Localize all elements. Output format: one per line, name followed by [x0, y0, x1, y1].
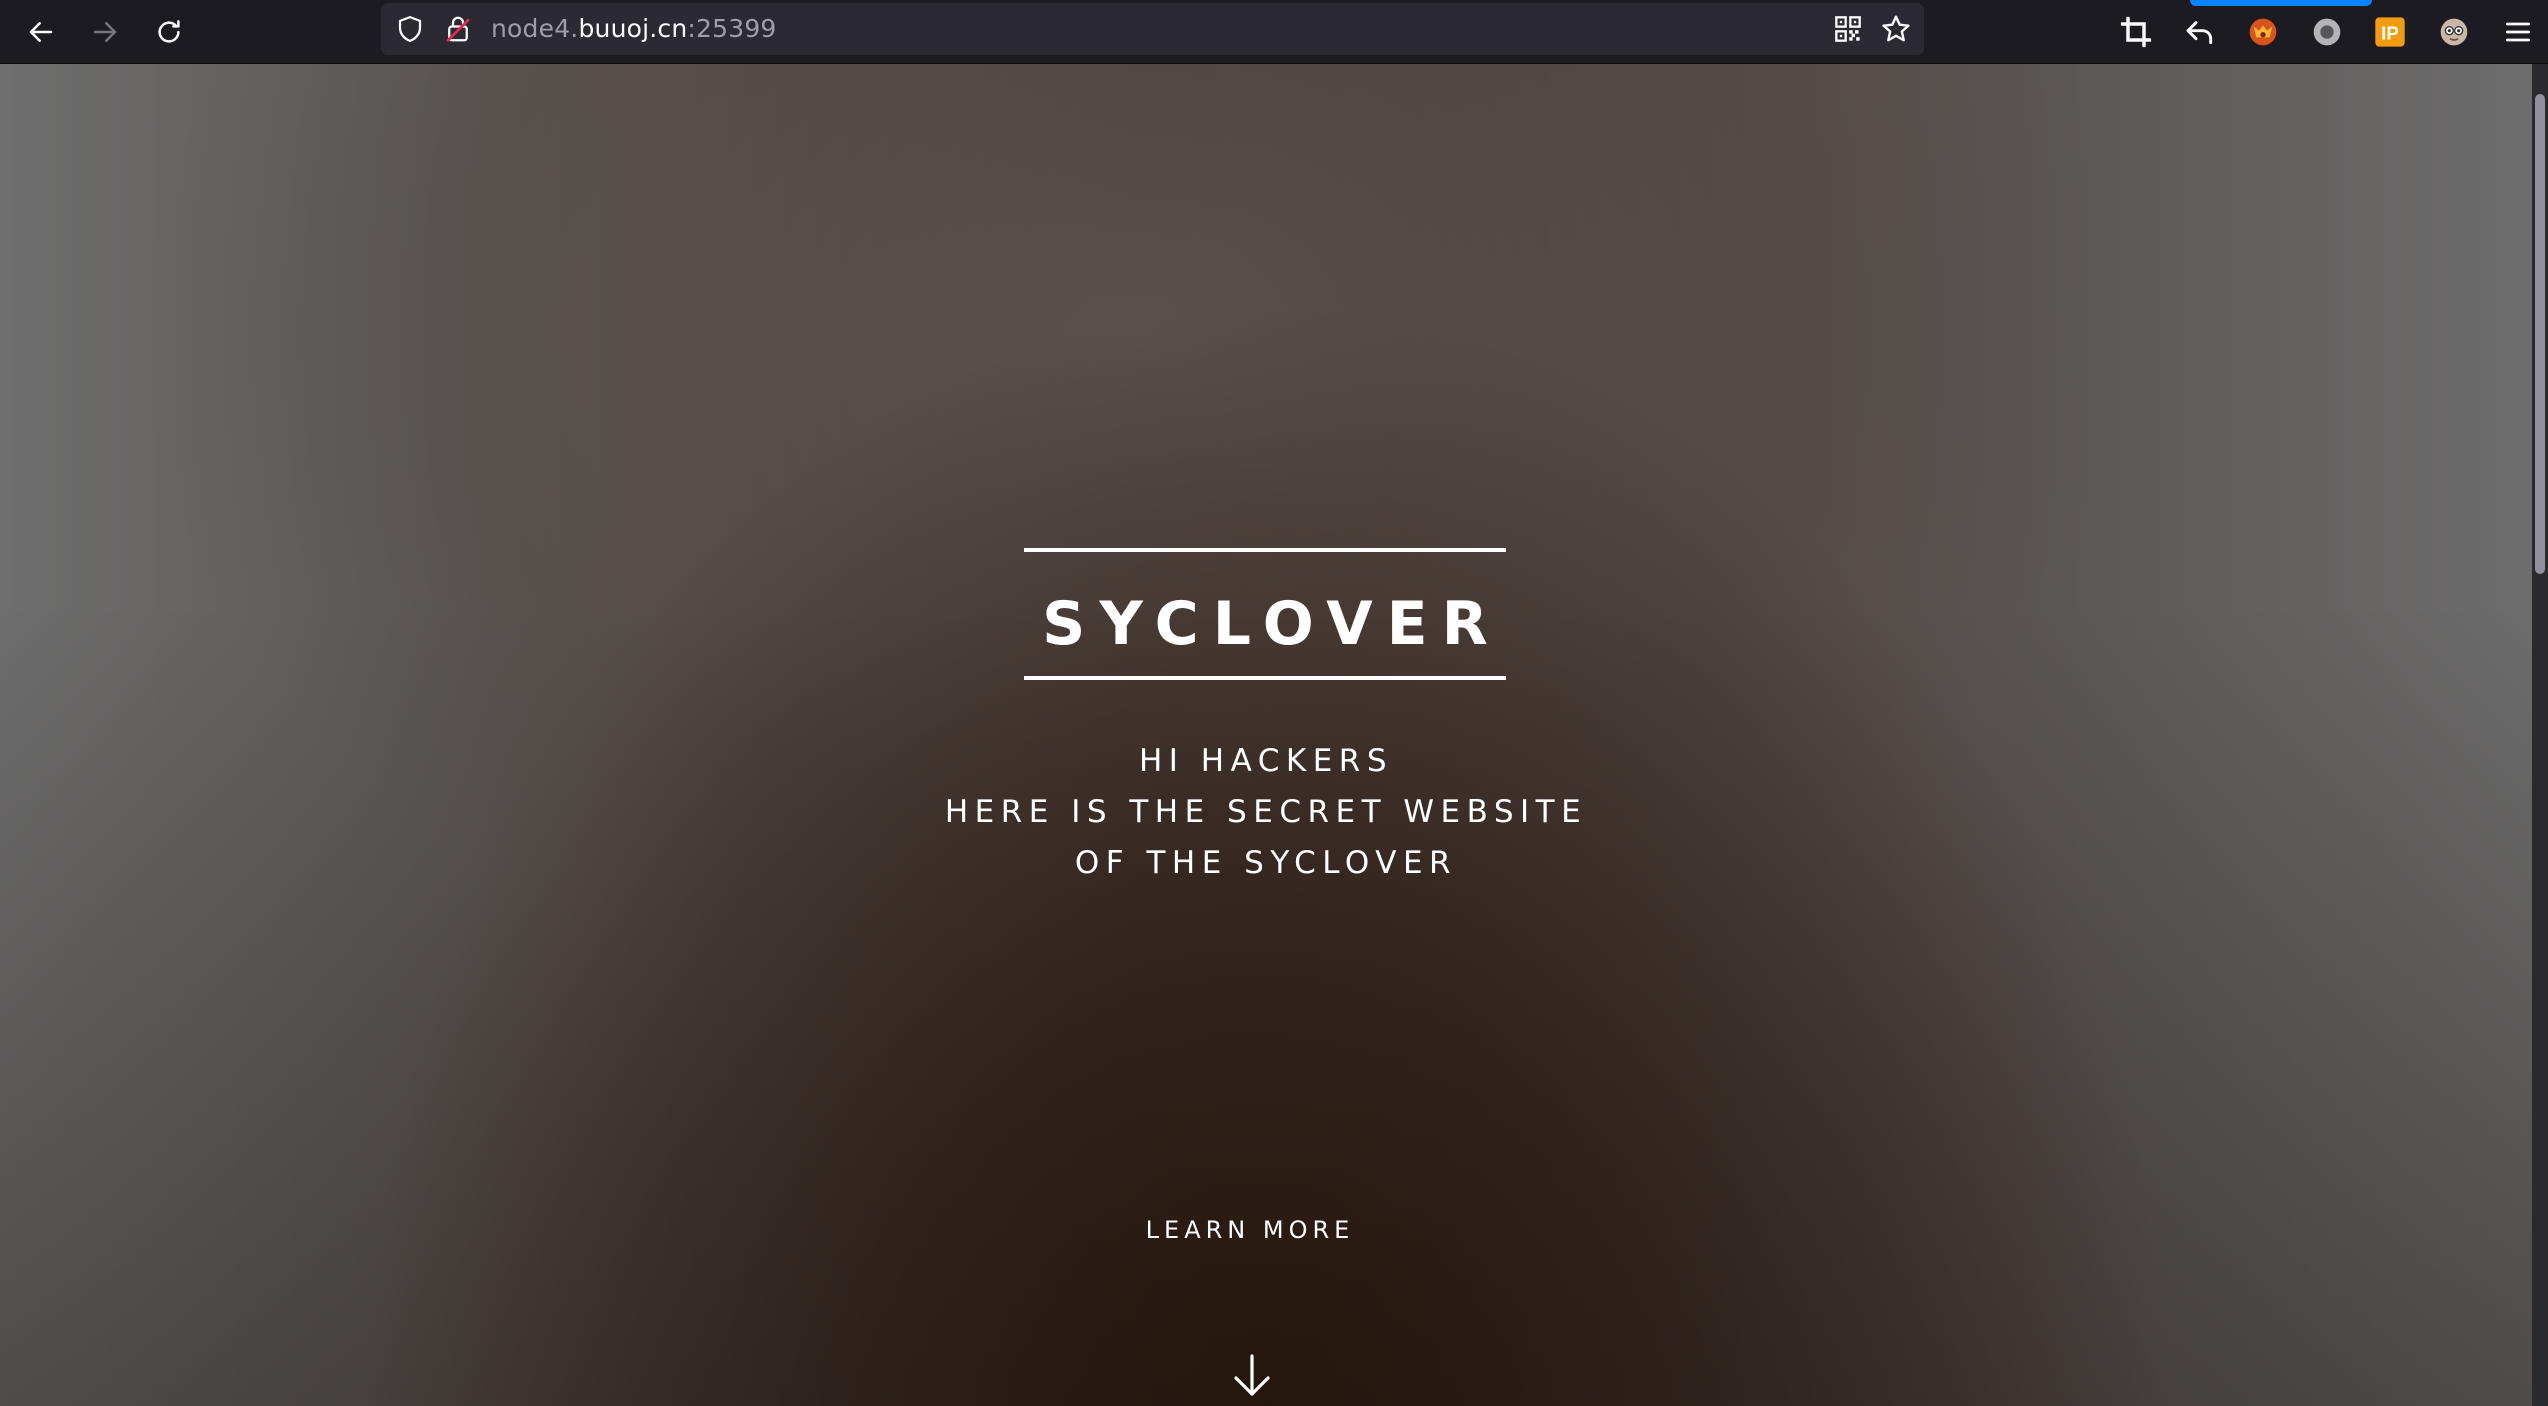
brand-title: SYCLOVER	[1042, 589, 1502, 659]
learn-more-link[interactable]: LEARN MORE	[1050, 1210, 1450, 1250]
hero-background-overlay	[0, 64, 2532, 1406]
url-prefix: node4.	[491, 14, 579, 43]
circle-extension-icon	[2313, 18, 2341, 46]
app-menu-button[interactable]	[2496, 10, 2540, 54]
ip-extension-icon: IP	[2375, 17, 2405, 47]
scrollbar-thumb[interactable]	[2535, 94, 2545, 574]
undo-arrow-icon	[2186, 21, 2213, 45]
url-host: buuoj.cn	[578, 14, 688, 43]
browser-toolbar: node4.buuoj.cn:25399 IP	[0, 0, 2548, 64]
hamburger-menu-icon	[2506, 22, 2530, 42]
shield-icon[interactable]	[395, 14, 425, 44]
crop-extension-button[interactable]	[2114, 10, 2158, 54]
intro-line: HERE IS THE SECRET WEBSITE	[944, 794, 1588, 830]
insecure-lock-icon[interactable]	[443, 14, 473, 44]
avatar-extension-icon	[2440, 18, 2468, 46]
ip-extension-button[interactable]: IP	[2368, 10, 2412, 54]
extension-highlight-bar	[2190, 0, 2372, 6]
arrow-right-icon	[93, 22, 117, 42]
ip-extension-label: IP	[2381, 22, 2399, 43]
avatar-extension-button[interactable]	[2432, 10, 2476, 54]
page-hero: SYCLOVER HI HACKERS HERE IS THE SECRET W…	[0, 64, 2532, 1406]
crop-icon	[2120, 16, 2152, 48]
url-text[interactable]: node4.buuoj.cn:25399	[491, 14, 777, 44]
back-button[interactable]	[17, 8, 65, 56]
intro-line: HI HACKERS	[1138, 743, 1394, 779]
brand-top-rule	[1024, 548, 1506, 552]
intro-text: HI HACKERS HERE IS THE SECRET WEBSITE OF…	[866, 736, 1666, 889]
intro-line: OF THE SYCLOVER	[1074, 845, 1458, 881]
fox-extension-button[interactable]	[2241, 10, 2285, 54]
page-scrollbar[interactable]	[2532, 64, 2548, 1406]
reload-icon	[158, 20, 180, 43]
arrow-down-icon[interactable]	[1228, 1352, 1276, 1400]
forward-button[interactable]	[81, 8, 129, 56]
reload-button[interactable]	[145, 8, 193, 56]
arrow-left-icon	[29, 22, 53, 42]
url-port: :25399	[687, 14, 777, 43]
fox-extension-icon	[2249, 18, 2277, 46]
circle-extension-button[interactable]	[2305, 10, 2349, 54]
brand-bottom-rule	[1024, 676, 1506, 680]
qr-code-icon[interactable]	[1834, 15, 1862, 43]
address-bar[interactable]: node4.buuoj.cn:25399	[381, 3, 1924, 55]
undo-extension-button[interactable]	[2178, 10, 2222, 54]
bookmark-star-icon[interactable]	[1880, 13, 1912, 45]
